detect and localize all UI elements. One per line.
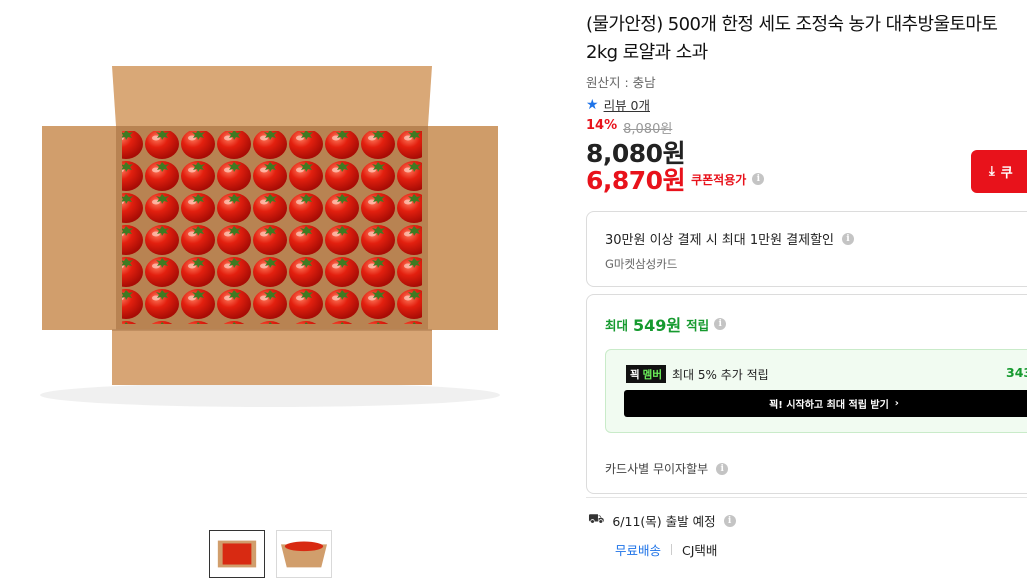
coupon-button-label: 쿠 [1000,166,1013,181]
reward-prefix: 최대 [605,317,629,333]
product-title: (물가안정) 500개 한정 세도 조정숙 농가 대추방울토마토 2kg 로얄과… [586,14,998,63]
member-benefit-box: 꾁 멤버 최대 5% 추가 적립 343 꾁! 시작하고 최대 적립 받기 › [605,349,1027,433]
info-icon[interactable]: i [842,232,855,245]
thumbnail-list [209,530,332,578]
reward-summary: 최대 549원 적립 i [605,312,727,336]
reward-suffix: 적립 [686,317,710,333]
reward-amount: 549원 [633,316,682,335]
member-amount: 343 [1006,365,1027,380]
installment-row: 카드사별 무이자할부 i [605,460,729,477]
review-summary[interactable]: ★ 리뷰 0개 [586,95,650,114]
truck-icon: ⛟ [588,512,605,527]
member-badge-label: 멤버 [642,368,662,381]
review-link[interactable]: 리뷰 0개 [604,95,650,114]
shipping-date: 6/11(목) 출발 예정 [612,514,716,529]
member-row: 꾁 멤버 최대 5% 추가 적립 [626,365,769,383]
card-name: G마켓삼성카드 [605,257,678,271]
coupon-price: 6,870원 [586,166,686,195]
star-icon: ★ [586,96,599,113]
coupon-price-row: 6,870원 쿠폰적용가 i [586,161,765,197]
free-shipping: 무료배송 [615,543,662,558]
info-icon[interactable]: i [723,514,736,527]
card-benefit-title: 30만원 이상 결제 시 최대 1만원 결제할인 [605,233,835,248]
product-main-image [0,0,540,505]
product-info-panel: (물가안정) 500개 한정 세도 조정숙 농가 대추방울토마토 2kg 로얄과… [586,0,1027,578]
coupon-label: 쿠폰적용가 [691,172,747,187]
carrier-name: CJ택배 [682,543,718,558]
coupon-download-button[interactable]: ⤓ 쿠 [971,150,1027,193]
member-badge-text: 꾁 [630,368,640,381]
divider [586,497,1027,498]
separator [671,544,673,555]
member-start-button[interactable]: 꾁! 시작하고 최대 적립 받기 › [624,390,1027,417]
info-icon[interactable]: i [714,318,727,330]
member-button-label: 꾁! 시작하고 최대 적립 받기 [769,400,889,411]
thumbnail-1[interactable] [209,530,265,578]
card-benefit-title-row: 30만원 이상 결제 시 최대 1만원 결제할인 i [605,229,855,248]
reward-box: 최대 549원 적립 i 꾁 멤버 최대 5% 추가 적립 343 꾁! 시작하… [586,294,1027,494]
info-icon[interactable]: i [716,462,729,475]
shipping-details: 무료배송 CJ택배 [615,540,736,559]
chevron-right-icon: › [894,398,899,409]
thumbnail-2[interactable] [276,530,332,578]
member-badge: 꾁 멤버 [626,365,666,383]
info-icon[interactable]: i [752,173,765,185]
installment-label: 카드사별 무이자할부 [605,462,709,476]
download-icon: ⤓ [989,164,995,179]
product-origin: 원산지 : 충남 [586,75,656,90]
card-benefit-box: 30만원 이상 결제 시 최대 1만원 결제할인 i G마켓삼성카드 [586,211,1027,287]
shipping-info: ⛟ 6/11(목) 출발 예정 i 무료배송 CJ택배 [588,511,736,559]
member-text: 최대 5% 추가 적립 [672,367,769,382]
shipping-date-row: ⛟ 6/11(목) 출발 예정 i [588,511,736,530]
